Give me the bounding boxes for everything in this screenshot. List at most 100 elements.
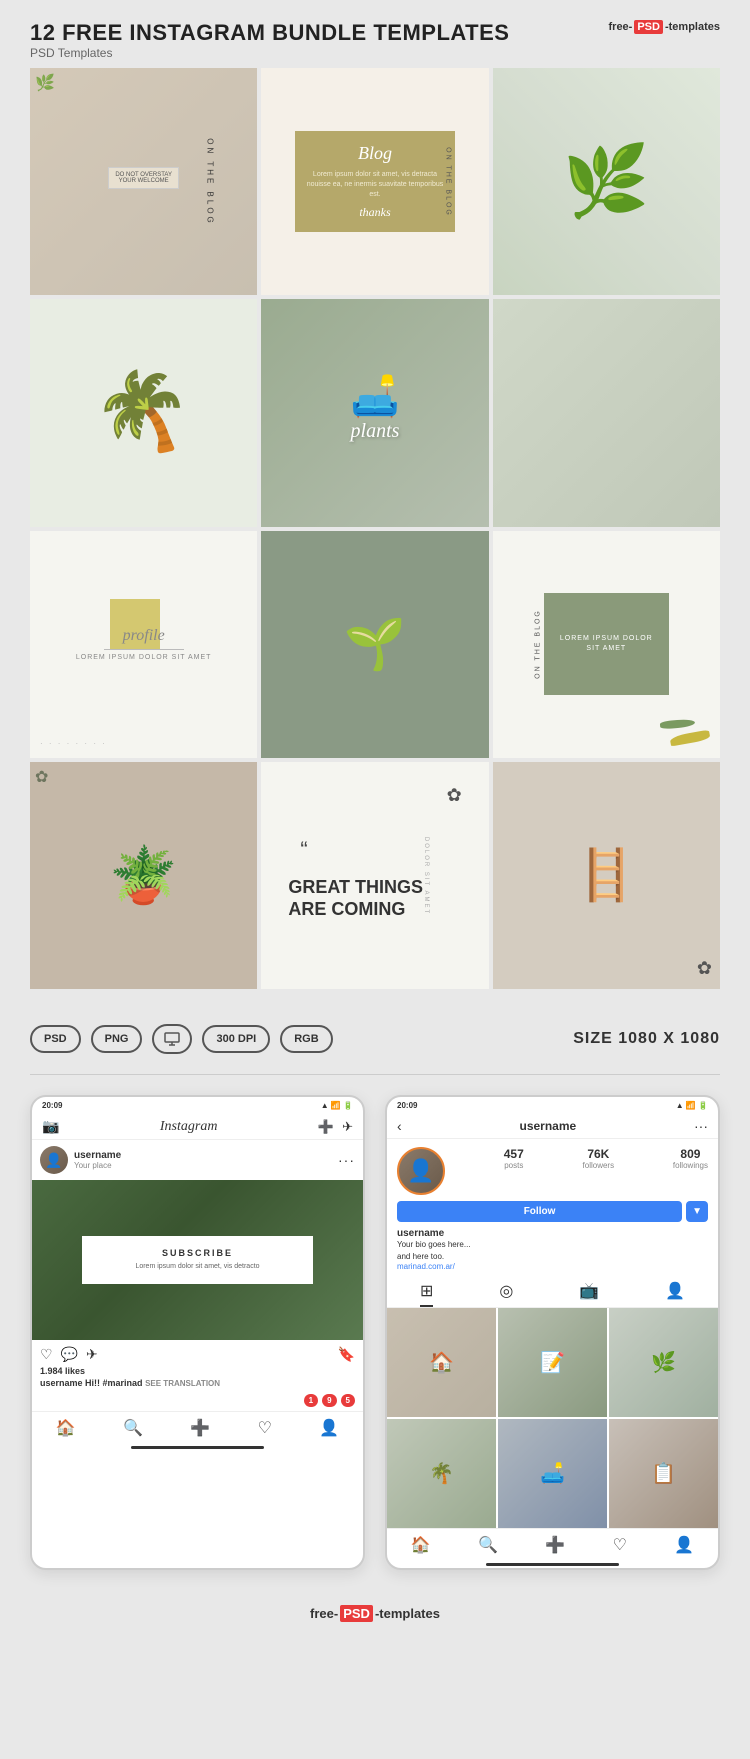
follow-button[interactable]: Follow bbox=[397, 1201, 682, 1222]
profile-lorem: LOREM IPSUM DOLOR SIT AMET bbox=[76, 654, 212, 661]
heart-nav-icon[interactable]: ♡ bbox=[258, 1418, 272, 1438]
post-user-info: 👤 username Your place bbox=[40, 1146, 121, 1174]
template-cell-11: “ GREAT THINGS ARE COMING ✿ DOLOR SIT AM… bbox=[261, 762, 488, 989]
like-icon[interactable]: ♡ bbox=[40, 1346, 53, 1363]
indoor-plant-icon: 🪴 bbox=[109, 843, 177, 908]
status-bar-2: 20:09 ▲ 📶 🔋 bbox=[387, 1097, 718, 1114]
blog-thanks: thanks bbox=[305, 205, 444, 220]
dolor-vert-text: DOLOR SIT AMET bbox=[424, 837, 430, 915]
post-header: 👤 username Your place ··· bbox=[32, 1140, 363, 1180]
badge-png: PNG bbox=[91, 1025, 143, 1053]
monstera-leaf-icon: 🌿 bbox=[563, 141, 650, 223]
great-things-text: GREAT THINGS ARE COMING bbox=[288, 877, 461, 920]
status-time-2: 20:09 bbox=[397, 1101, 417, 1110]
page-wrapper: 12 FREE INSTAGRAM BUNDLE TEMPLATES PSD T… bbox=[0, 0, 750, 1653]
on-blog-vert-text: ON THE BLOG bbox=[534, 609, 541, 679]
follow-dropdown-icon[interactable]: ▼ bbox=[686, 1201, 708, 1222]
inbox-icon[interactable]: ✈ bbox=[342, 1119, 353, 1135]
comment-icon[interactable]: 💬 bbox=[61, 1346, 78, 1363]
post-user-details: username Your place bbox=[74, 1150, 121, 1170]
see-translation[interactable]: SEE TRANSLATION bbox=[145, 1379, 220, 1388]
notif-badge-1: 1 bbox=[304, 1394, 318, 1407]
vertical-text-1: ON THE BLOG bbox=[205, 138, 214, 226]
following-num: 809 bbox=[673, 1147, 708, 1161]
profile-grid: 🏠 📝 🌿 🌴 🛋️ 📋 bbox=[387, 1308, 718, 1528]
post-location: Your place bbox=[74, 1161, 121, 1170]
profile-card: profile LOREM IPSUM DOLOR SIT AMET bbox=[76, 627, 212, 661]
blog-body: Lorem ipsum dolor sit amet, vis detracta… bbox=[305, 170, 444, 199]
tag-tab-icon[interactable]: ◎ bbox=[499, 1281, 513, 1307]
instagram-logo: Instagram bbox=[160, 1119, 218, 1135]
bookmark-icon[interactable]: 🔖 bbox=[338, 1346, 355, 1363]
search2-nav-icon[interactable]: 🔍 bbox=[478, 1535, 498, 1555]
igtv-tab-icon[interactable]: 📺 bbox=[579, 1281, 599, 1307]
footer-logo-free: free- bbox=[310, 1606, 338, 1621]
notif-badge-3: 5 bbox=[341, 1394, 355, 1407]
grid-cell-4: 🌴 bbox=[387, 1419, 496, 1528]
home-indicator-2 bbox=[486, 1563, 618, 1566]
nav-icons: ➕ ✈ bbox=[318, 1119, 353, 1135]
sofa-plant-icon: 🛋️ bbox=[350, 373, 400, 420]
template-grid: 🌿 DO NOT OVERSTAY YOUR WELCOME ON THE BL… bbox=[30, 68, 720, 989]
profile-nav-icon[interactable]: 👤 bbox=[319, 1418, 339, 1438]
caption-username: username bbox=[40, 1378, 83, 1388]
status-time-1: 20:09 bbox=[42, 1101, 62, 1110]
add2-nav-icon[interactable]: ➕ bbox=[545, 1535, 565, 1555]
footer-logo-psd: PSD bbox=[340, 1605, 373, 1622]
share-icon[interactable]: ✈ bbox=[86, 1346, 98, 1363]
sign-text: DO NOT OVERSTAY bbox=[115, 172, 172, 178]
direct-icon[interactable]: ➕ bbox=[318, 1119, 334, 1135]
more-options2-icon[interactable]: ··· bbox=[694, 1118, 708, 1134]
phone1-nav: 📷 Instagram ➕ ✈ bbox=[32, 1114, 363, 1140]
green-brush-icon bbox=[660, 718, 696, 729]
profile2-nav-icon[interactable]: 👤 bbox=[674, 1535, 694, 1555]
blog-script: Blog bbox=[305, 143, 444, 164]
home-nav-icon[interactable]: 🏠 bbox=[56, 1418, 76, 1438]
add-nav-icon[interactable]: ➕ bbox=[190, 1418, 210, 1438]
grid-tab-icon[interactable]: ⊞ bbox=[420, 1281, 433, 1307]
reels-tab-icon[interactable]: 👤 bbox=[665, 1281, 685, 1307]
home-indicator bbox=[131, 1446, 263, 1449]
phone-mockup-feed: 20:09 ▲ 📶 🔋 📷 Instagram ➕ ✈ 👤 username bbox=[30, 1095, 365, 1569]
bio-line2: and here too. bbox=[397, 1251, 708, 1262]
notifications-bar: 1 9 5 bbox=[32, 1390, 363, 1411]
footer-logo-templates: -templates bbox=[375, 1606, 440, 1621]
grid-cell-5: 🛋️ bbox=[498, 1419, 607, 1528]
badge-monitor-icon bbox=[152, 1024, 192, 1054]
phones-row: 20:09 ▲ 📶 🔋 📷 Instagram ➕ ✈ 👤 username bbox=[30, 1095, 720, 1569]
template-cell-7: profile LOREM IPSUM DOLOR SIT AMET · · ·… bbox=[30, 531, 257, 758]
badge-rgb: RGB bbox=[280, 1025, 332, 1053]
back-icon[interactable]: ‹ bbox=[397, 1118, 402, 1134]
more-options-icon[interactable]: ··· bbox=[338, 1152, 355, 1168]
template-cell-5: 🛋️ plants bbox=[261, 299, 488, 526]
search-nav-icon[interactable]: 🔍 bbox=[123, 1418, 143, 1438]
overlay-subscribe-title: SUBSCRIBE bbox=[96, 1248, 300, 1258]
status-icons-1: ▲ 📶 🔋 bbox=[321, 1101, 353, 1110]
profile-tabs: ⊞ ◎ 📺 👤 bbox=[387, 1277, 718, 1308]
badges-row: PSD PNG 300 DPI RGB SIZE 1080 X 1080 bbox=[30, 1009, 720, 1075]
stats-following: 809 followings bbox=[673, 1147, 708, 1170]
subscribe-overlay: SUBSCRIBE Lorem ipsum dolor sit amet, vi… bbox=[82, 1236, 314, 1284]
template-cell-10: ✿ 🪴 bbox=[30, 762, 257, 989]
likes-count: 1.984 likes bbox=[32, 1366, 363, 1378]
dots-deco: · · · · · · · · bbox=[40, 739, 107, 748]
camera-icon[interactable]: 📷 bbox=[42, 1118, 59, 1135]
plants-script: plants bbox=[351, 420, 400, 443]
bio-link[interactable]: marinad.com.ar/ bbox=[397, 1262, 708, 1271]
logo-psd: PSD bbox=[634, 20, 663, 34]
template-cell-4: 🌴 bbox=[30, 299, 257, 526]
follow-row: Follow ▼ bbox=[387, 1201, 718, 1226]
logo-templates: -templates bbox=[665, 21, 720, 33]
status-bar-1: 20:09 ▲ 📶 🔋 bbox=[32, 1097, 363, 1114]
heart2-nav-icon[interactable]: ♡ bbox=[613, 1535, 627, 1555]
palm-leaf-icon: 🌴 bbox=[83, 355, 204, 472]
badges-left: PSD PNG 300 DPI RGB bbox=[30, 1024, 333, 1054]
blog-card: Blog Lorem ipsum dolor sit amet, vis det… bbox=[295, 131, 454, 232]
on-blog-box: LOREM IPSUM DOLOR SIT AMET bbox=[544, 593, 669, 695]
post-actions: ♡ 💬 ✈ 🔖 bbox=[32, 1340, 363, 1366]
page-title: 12 FREE INSTAGRAM BUNDLE TEMPLATES bbox=[30, 20, 509, 46]
bio-username: username bbox=[397, 1228, 708, 1239]
quote-mark: “ bbox=[300, 839, 307, 861]
home2-nav-icon[interactable]: 🏠 bbox=[411, 1535, 431, 1555]
template-cell-3: 🌿 bbox=[493, 68, 720, 295]
